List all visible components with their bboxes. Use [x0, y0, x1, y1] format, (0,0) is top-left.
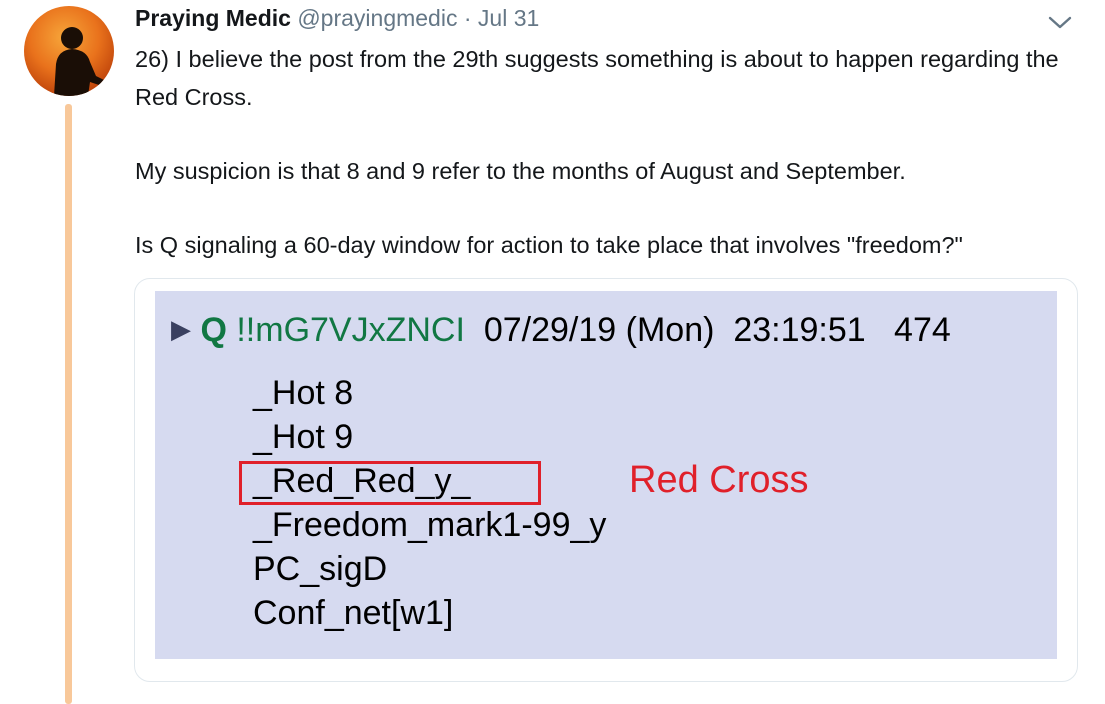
q-post-line: Conf_net[w1]: [253, 594, 454, 632]
q-post-time: 23:19:51: [733, 311, 866, 349]
tweet-text: 26) I believe the post from the 29th sug…: [135, 40, 1070, 264]
tweet-paragraph: Is Q signaling a 60-day window for actio…: [135, 232, 963, 258]
attached-image-card[interactable]: ▶ Q !!mG7VJxZNCI 07/29/19 (Mon) 23:19:51…: [134, 278, 1078, 682]
tweet-paragraph: My suspicion is that 8 and 9 refer to th…: [135, 158, 906, 184]
q-post-line: _Freedom_mark1-99_y: [253, 506, 607, 544]
avatar-silhouette: [54, 27, 104, 96]
chevron-down-icon[interactable]: [1046, 12, 1074, 32]
highlight-box: [239, 461, 541, 505]
q-post-date: 07/29/19 (Mon): [483, 311, 715, 349]
q-post-line: _Hot 8: [253, 374, 354, 412]
tweet-date[interactable]: Jul 31: [478, 5, 539, 31]
q-post-tripcode: !!mG7VJxZNCI: [236, 311, 465, 349]
q-post-name: Q: [200, 311, 227, 349]
author-name[interactable]: Praying Medic: [135, 5, 291, 31]
q-post-line: PC_sigD: [253, 550, 388, 588]
tweet-paragraph: 26) I believe the post from the 29th sug…: [135, 46, 1059, 110]
q-post-number: 474: [894, 311, 951, 349]
triangle-right-icon: ▶: [171, 314, 191, 344]
q-post-header: ▶ Q !!mG7VJxZNCI 07/29/19 (Mon) 23:19:51…: [171, 311, 951, 350]
q-post-image: ▶ Q !!mG7VJxZNCI 07/29/19 (Mon) 23:19:51…: [155, 291, 1057, 659]
avatar[interactable]: [24, 6, 114, 96]
author-handle[interactable]: @prayingmedic: [297, 5, 457, 31]
header-separator: ·: [463, 5, 472, 31]
q-post-line: _Hot 9: [253, 418, 354, 456]
tweet-header: Praying Medic @prayingmedic · Jul 31: [135, 5, 539, 32]
thread-line: [65, 104, 72, 704]
highlight-annotation: Red Cross: [629, 459, 809, 501]
